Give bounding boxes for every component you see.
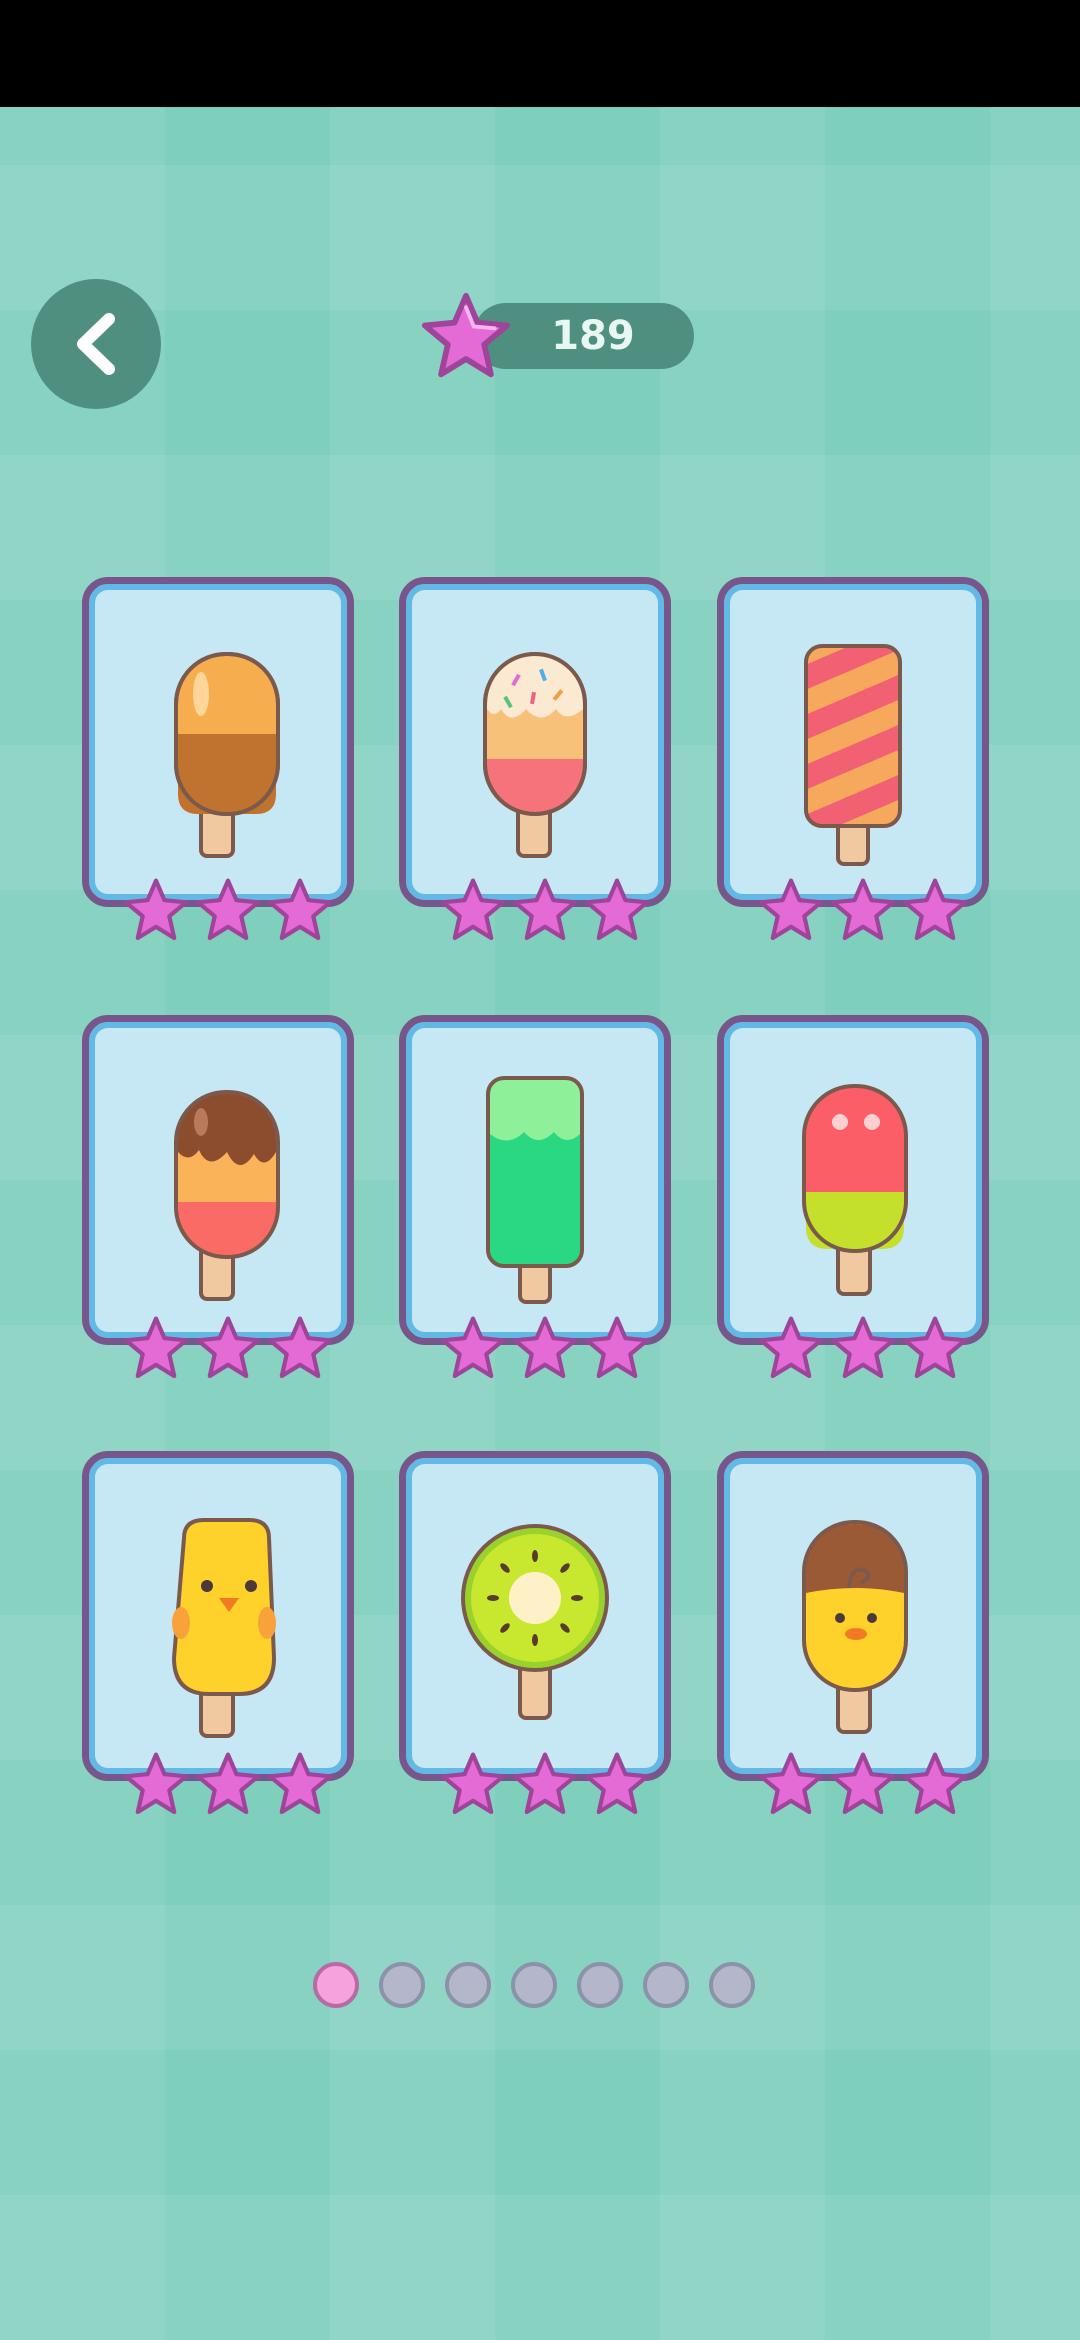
- level-star-rating: [438, 1314, 650, 1390]
- star-icon: [267, 1752, 333, 1815]
- level-card-7[interactable]: [82, 1451, 354, 1815]
- chocolate-chick-popsicle-icon: [802, 1520, 908, 1734]
- page-dot-6[interactable]: [643, 1962, 689, 2008]
- level-star-rating: [756, 1314, 968, 1390]
- star-icon: [267, 1316, 333, 1379]
- star-icon: [830, 878, 896, 941]
- star-icon: [267, 878, 333, 941]
- orange-chocolate-popsicle-icon: [174, 652, 280, 858]
- star-icon: [758, 1752, 824, 1815]
- star-icon: [123, 1752, 189, 1815]
- striped-popsicle-icon: [804, 644, 902, 866]
- chick-popsicle-icon: [171, 1518, 277, 1738]
- level-card-5[interactable]: [399, 1015, 671, 1379]
- level-card-3[interactable]: [717, 577, 989, 941]
- chocolate-dip-popsicle-icon: [174, 1090, 280, 1301]
- level-star-rating: [756, 876, 968, 952]
- star-icon: [584, 878, 650, 941]
- star-icon: [512, 878, 578, 941]
- star-icon: [830, 1752, 896, 1815]
- level-card-1[interactable]: [82, 577, 354, 941]
- star-icon: [512, 1316, 578, 1379]
- level-star-rating: [121, 1314, 333, 1390]
- level-star-rating: [756, 1750, 968, 1826]
- level-card-6[interactable]: [717, 1015, 989, 1379]
- star-icon: [440, 878, 506, 941]
- star-icon: [440, 1752, 506, 1815]
- star-icon: [195, 878, 261, 941]
- page-dot-2[interactable]: [379, 1962, 425, 2008]
- watermelon-popsicle-icon: [802, 1084, 908, 1296]
- star-icon: [123, 1316, 189, 1379]
- star-icon: [902, 878, 968, 941]
- kiwi-popsicle-icon: [461, 1524, 609, 1720]
- level-card-2[interactable]: [399, 577, 671, 941]
- green-popsicle-icon: [486, 1076, 584, 1304]
- star-icon: [902, 1316, 968, 1379]
- star-icon: [830, 1316, 896, 1379]
- star-icon: [512, 1752, 578, 1815]
- star-icon: [902, 1752, 968, 1815]
- star-icon: [195, 1316, 261, 1379]
- level-star-rating: [121, 1750, 333, 1826]
- star-icon: [758, 1316, 824, 1379]
- star-icon: [123, 878, 189, 941]
- level-star-rating: [121, 876, 333, 952]
- page-indicator: [313, 1962, 765, 2018]
- star-icon: [758, 878, 824, 941]
- level-card-8[interactable]: [399, 1451, 671, 1815]
- page-dot-4[interactable]: [511, 1962, 557, 2008]
- page-dot-7[interactable]: [709, 1962, 755, 2008]
- page-dot-3[interactable]: [445, 1962, 491, 2008]
- page-dot-1[interactable]: [313, 1962, 359, 2008]
- level-star-rating: [438, 1750, 650, 1826]
- sprinkle-popsicle-icon: [483, 652, 587, 858]
- star-icon: [195, 1752, 261, 1815]
- level-star-rating: [438, 876, 650, 952]
- star-icon: [584, 1316, 650, 1379]
- level-card-4[interactable]: [82, 1015, 354, 1379]
- star-icon: [440, 1316, 506, 1379]
- level-card-9[interactable]: [717, 1451, 989, 1815]
- star-icon: [584, 1752, 650, 1815]
- page-dot-5[interactable]: [577, 1962, 623, 2008]
